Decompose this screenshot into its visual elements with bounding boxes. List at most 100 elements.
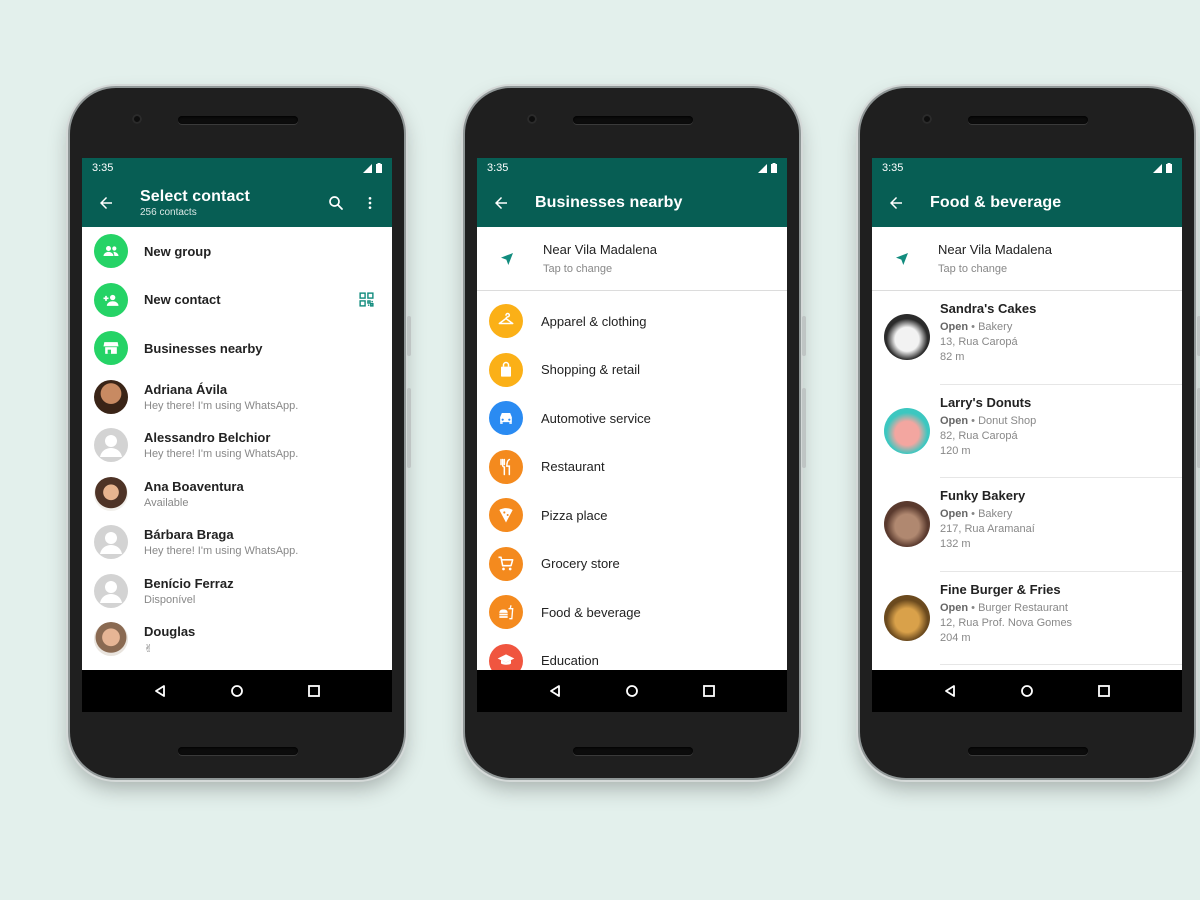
page-title: Food & beverage bbox=[930, 193, 1062, 211]
business-name: Fine Burger & Fries bbox=[940, 581, 1061, 597]
nav-home-button[interactable] bbox=[217, 675, 257, 707]
business-list: Sandra's Cakes Open • Bakery 13, Rua Carop… bbox=[872, 291, 1182, 665]
back-button[interactable] bbox=[90, 187, 122, 219]
navigation-arrow-icon bbox=[489, 251, 525, 267]
separator-dot: • bbox=[968, 601, 979, 614]
business-meta: Open • Burger Restaurant bbox=[940, 602, 1072, 614]
status-time: 3:35 bbox=[882, 162, 904, 174]
location-name: Near Vila Madalena bbox=[938, 242, 1052, 257]
app-bar: Businesses nearby bbox=[477, 178, 787, 227]
battery-icon bbox=[1166, 163, 1172, 173]
category-label: Food & beverage bbox=[541, 604, 641, 620]
open-status: Open bbox=[940, 414, 969, 427]
contact-row[interactable]: Alessandro Belchior Hey there! I'm using… bbox=[82, 421, 392, 470]
nav-home-button[interactable] bbox=[612, 675, 652, 707]
more-options-button[interactable] bbox=[356, 189, 384, 217]
avatar bbox=[94, 476, 128, 511]
contact-count: 256 contacts bbox=[140, 206, 197, 218]
volume-button bbox=[802, 316, 806, 356]
status-time: 3:35 bbox=[487, 162, 509, 174]
new-contact-row[interactable]: New contact bbox=[82, 276, 392, 325]
nav-home-button[interactable] bbox=[1007, 675, 1047, 707]
business-distance: 82 m bbox=[940, 351, 965, 363]
separator-dot: • bbox=[968, 414, 979, 427]
category-item[interactable]: Grocery store bbox=[477, 540, 787, 589]
contact-row[interactable]: Ana Boaventura Available bbox=[82, 470, 392, 519]
category-item[interactable]: Restaurant bbox=[477, 443, 787, 492]
power-button bbox=[407, 388, 411, 468]
square-recents-icon bbox=[702, 685, 715, 697]
front-camera bbox=[132, 114, 142, 124]
category-list: Apparel & clothing Shopping & retail Autom… bbox=[477, 291, 787, 685]
page-title: Businesses nearby bbox=[535, 193, 683, 211]
location-row[interactable]: Near Vila Madalena Tap to change bbox=[872, 227, 1182, 291]
location-row[interactable]: Near Vila Madalena Tap to change bbox=[477, 227, 787, 291]
default-avatar bbox=[94, 573, 128, 608]
nav-recents-button[interactable] bbox=[294, 675, 334, 707]
row-label: Businesses nearby bbox=[144, 340, 263, 356]
business-photo bbox=[884, 407, 930, 454]
contact-row[interactable]: Bárbara Braga Hey there! I'm using Whats… bbox=[82, 518, 392, 567]
business-address: 13, Rua Caropá bbox=[940, 336, 1018, 348]
search-button[interactable] bbox=[322, 189, 350, 217]
category-label: Restaurant bbox=[541, 459, 605, 475]
volume-button bbox=[407, 316, 411, 356]
earpiece-speaker bbox=[178, 116, 298, 124]
business-photo bbox=[884, 594, 930, 641]
phone-food-beverage: 3:35 Food & beverage Near Vila Madalena … bbox=[860, 88, 1200, 778]
business-item[interactable]: Larry's Donuts Open • Donut Shop 82, Rua C… bbox=[872, 385, 1182, 478]
contact-status: Hey there! I'm using WhatsApp. bbox=[144, 399, 299, 412]
signal-icon bbox=[363, 163, 372, 173]
divider bbox=[940, 664, 1182, 665]
app-bar: Food & beverage bbox=[872, 178, 1182, 227]
contact-row[interactable]: Douglas ✌ bbox=[82, 615, 392, 664]
status-bar: 3:35 bbox=[82, 158, 392, 178]
new-group-row[interactable]: New group bbox=[82, 227, 392, 276]
category-label: Shopping & retail bbox=[541, 362, 641, 378]
contact-row[interactable]: Adriana Ávila Hey there! I'm using Whats… bbox=[82, 373, 392, 422]
nav-recents-button[interactable] bbox=[1084, 675, 1124, 707]
open-status: Open bbox=[940, 601, 969, 614]
business-type: Bakery bbox=[978, 321, 1013, 333]
contact-row[interactable]: Benício Ferraz Disponível bbox=[82, 567, 392, 616]
business-item[interactable]: Sandra's Cakes Open • Bakery 13, Rua Carop… bbox=[872, 291, 1182, 385]
contact-list: New group New contact Businesses nearby bbox=[82, 227, 392, 664]
category-item[interactable]: Automotive service bbox=[477, 394, 787, 443]
row-label: New group bbox=[144, 243, 212, 259]
car-icon bbox=[489, 401, 523, 436]
business-meta: Open • Donut Shop bbox=[940, 415, 1036, 427]
business-type: Burger Restaurant bbox=[978, 601, 1068, 614]
restaurant-icon bbox=[489, 449, 523, 484]
circle-home-icon bbox=[1021, 685, 1033, 697]
arrow-back-icon bbox=[495, 196, 507, 209]
business-meta: Open • Bakery bbox=[940, 508, 1035, 520]
business-address: 217, Rua Aramanaí bbox=[940, 523, 1035, 535]
phone-businesses-nearby: 3:35 Businesses nearby Near Vila Madalen… bbox=[465, 88, 806, 778]
open-status: Open bbox=[940, 321, 969, 333]
category-item[interactable]: Apparel & clothing bbox=[477, 297, 787, 346]
businesses-nearby-row[interactable]: Businesses nearby bbox=[82, 324, 392, 373]
open-status: Open bbox=[940, 508, 969, 520]
nav-recents-button[interactable] bbox=[689, 675, 729, 707]
more-vert-icon bbox=[368, 196, 372, 209]
category-item[interactable]: Food & beverage bbox=[477, 588, 787, 637]
person-add-icon bbox=[94, 282, 128, 317]
business-item[interactable]: Fine Burger & Fries Open • Burger Restaur… bbox=[872, 572, 1182, 665]
circle-home-icon bbox=[231, 685, 243, 697]
nav-back-button[interactable] bbox=[930, 675, 970, 707]
category-item[interactable]: Pizza place bbox=[477, 491, 787, 540]
contact-status: Available bbox=[144, 496, 189, 509]
qr-code-button[interactable] bbox=[354, 288, 378, 312]
nav-back-button[interactable] bbox=[535, 675, 575, 707]
back-button[interactable] bbox=[485, 187, 517, 219]
category-item[interactable]: Shopping & retail bbox=[477, 346, 787, 395]
business-photo bbox=[884, 501, 930, 547]
business-distance: 132 m bbox=[940, 538, 971, 550]
back-button[interactable] bbox=[880, 187, 912, 219]
group-icon bbox=[94, 234, 128, 269]
business-item[interactable]: Funky Bakery Open • Bakery 217, Rua Araman… bbox=[872, 478, 1182, 572]
circle-home-icon bbox=[626, 685, 638, 697]
business-name: Funky Bakery bbox=[940, 488, 1026, 503]
nav-back-button[interactable] bbox=[140, 675, 180, 707]
business-name: Larry's Donuts bbox=[940, 394, 1032, 410]
